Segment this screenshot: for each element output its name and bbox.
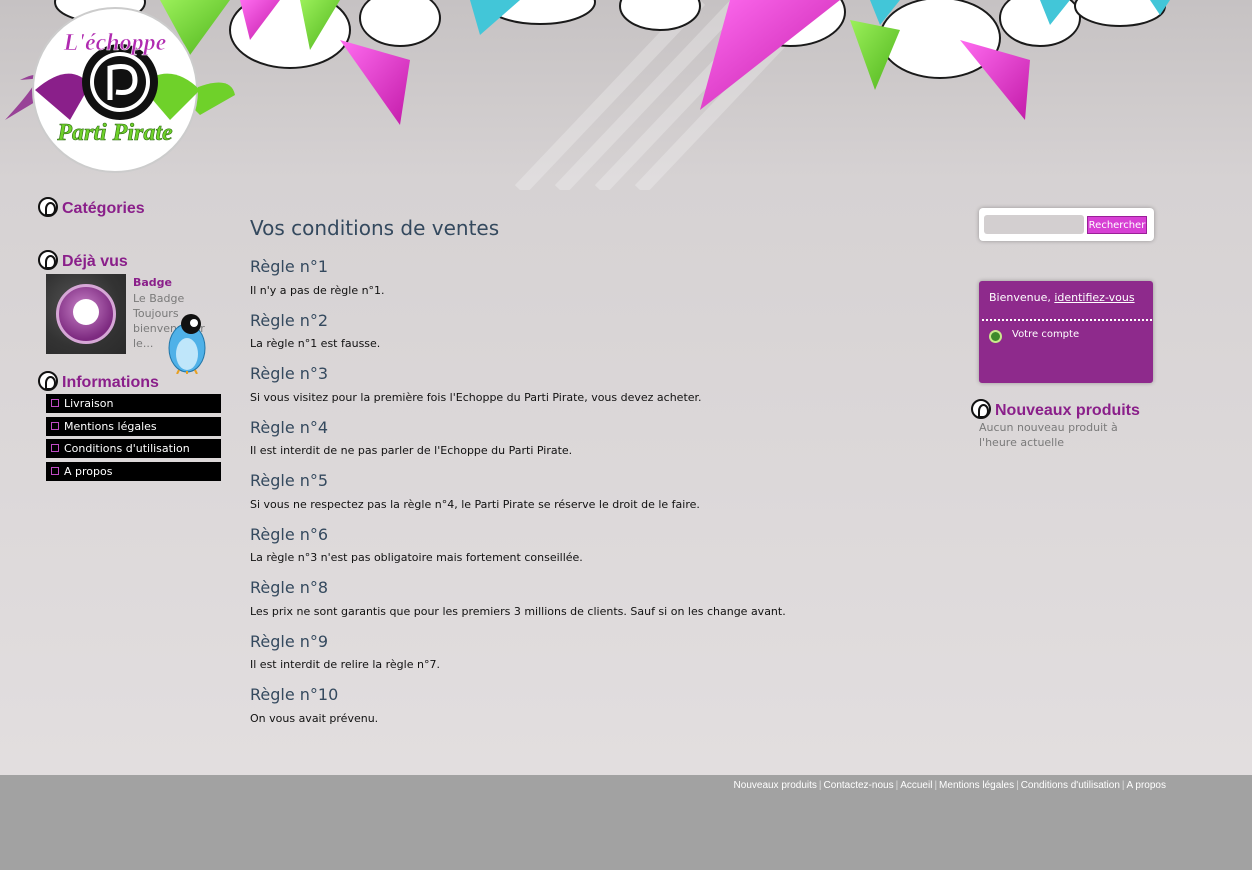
rule-text: Il est interdit de ne pas parler de l'Ec… bbox=[250, 444, 573, 457]
info-link-label: Conditions d'utilisation bbox=[64, 442, 190, 455]
rule-text: Si vous visitez pour la première fois l'… bbox=[250, 391, 702, 404]
new-products-text: Aucun nouveau produit à l'heure actuelle bbox=[979, 421, 1118, 449]
welcome-line: Bienvenue, identifiez-vous bbox=[989, 291, 1135, 304]
footer-link-a-propos[interactable]: A propos bbox=[1127, 780, 1166, 791]
footer-link-nouveaux-produits[interactable]: Nouveaux produits bbox=[734, 780, 817, 791]
rule-text: On vous avait prévenu. bbox=[250, 712, 379, 725]
bullet-icon bbox=[51, 466, 59, 475]
badge-image bbox=[56, 284, 116, 344]
separator: | bbox=[1121, 780, 1125, 791]
account-link[interactable]: Votre compte bbox=[1012, 329, 1079, 340]
login-link[interactable]: identifiez-vous bbox=[1054, 291, 1134, 304]
bullet-icon bbox=[51, 444, 59, 452]
rule-title: Règle n°4 bbox=[250, 418, 329, 437]
divider bbox=[982, 319, 1152, 321]
info-link-label: A propos bbox=[64, 464, 113, 478]
info-link-conditions[interactable]: Conditions d'utilisation bbox=[46, 439, 221, 458]
header-banner: Parti Pirate L'échoppe bbox=[0, 0, 1252, 190]
categories-title: Catégories bbox=[38, 197, 145, 218]
new-products-title-label: Nouveaux produits bbox=[995, 402, 1140, 419]
informations-title-label: Informations bbox=[62, 374, 159, 391]
separator: | bbox=[934, 780, 938, 791]
shop-logo[interactable]: Parti Pirate L'échoppe bbox=[0, 0, 240, 175]
separator: | bbox=[1016, 780, 1019, 791]
separator: | bbox=[895, 780, 899, 791]
account-box: Bienvenue, identifiez-vous Votre compte bbox=[979, 281, 1153, 383]
logo-text-top: L'échoppe bbox=[63, 30, 167, 56]
info-link-mentions-legales[interactable]: Mentions légales bbox=[46, 416, 221, 436]
rule-text: La règle n°1 est fausse. bbox=[250, 337, 381, 350]
rule-title: Règle n°5 bbox=[250, 471, 329, 490]
bullet-icon bbox=[51, 421, 59, 430]
rule-title: Règle n°10 bbox=[250, 685, 339, 704]
categories-title-label: Catégories bbox=[62, 200, 145, 217]
footer-link-contact[interactable]: Contactez-nous bbox=[824, 780, 894, 791]
seen-item-thumbnail[interactable] bbox=[46, 274, 126, 354]
pirate-flag-icon bbox=[38, 197, 58, 217]
info-link-label: Mentions légales bbox=[64, 419, 157, 433]
rule-title: Règle n°9 bbox=[250, 632, 329, 651]
footer: Nouveaux produits | Contactez-nous | Accueil… bbox=[0, 775, 1252, 870]
rule-text: Il est interdit de relire la règle n°7. bbox=[250, 658, 440, 671]
pirate-flag-icon bbox=[38, 371, 58, 391]
seen-item-name[interactable]: Badge bbox=[133, 276, 172, 289]
rule-text: Si vous ne respectez pas la règle n°4, l… bbox=[250, 498, 700, 511]
rule-title: Règle n°8 bbox=[250, 578, 329, 597]
rule-text: La règle n°3 n'est pas obligatoire mais … bbox=[250, 551, 583, 564]
bullet-icon bbox=[51, 399, 59, 407]
footer-link-accueil[interactable]: Accueil bbox=[900, 780, 932, 791]
footer-links: Nouveaux produits | Contactez-nous | Accueil… bbox=[734, 780, 1166, 791]
rule-title: Règle n°2 bbox=[250, 311, 329, 330]
seen-title-label: Déjà vus bbox=[62, 253, 128, 270]
footer-link-conditions[interactable]: Conditions d'utilisation bbox=[1021, 780, 1120, 791]
new-products-title: Nouveaux produits bbox=[971, 399, 1140, 420]
rule-title: Règle n°6 bbox=[250, 525, 329, 544]
rule-title: Règle n°1 bbox=[250, 257, 329, 276]
logo-text-bottom: Parti Pirate bbox=[56, 120, 173, 146]
account-icon bbox=[989, 330, 1002, 343]
search-box: Rechercher bbox=[979, 208, 1154, 241]
footer-link-mentions-legales[interactable]: Mentions légales bbox=[939, 780, 1014, 791]
pirate-flag-icon bbox=[971, 399, 991, 419]
info-link-label: Livraison bbox=[64, 397, 114, 410]
info-link-livraison[interactable]: Livraison bbox=[46, 394, 221, 413]
search-input[interactable] bbox=[984, 215, 1084, 234]
welcome-text: Bienvenue, bbox=[989, 291, 1051, 304]
pirate-bird-icon bbox=[168, 314, 206, 374]
page-title: Vos conditions de ventes bbox=[250, 216, 500, 240]
rule-text: Il n'y a pas de règle n°1. bbox=[250, 284, 385, 297]
pirate-flag-icon bbox=[38, 250, 58, 270]
search-button[interactable]: Rechercher bbox=[1087, 216, 1147, 234]
rule-text: Les prix ne sont garantis que pour les p… bbox=[250, 605, 786, 618]
info-link-a-propos[interactable]: A propos bbox=[46, 461, 221, 481]
separator: | bbox=[818, 780, 822, 791]
rule-title: Règle n°3 bbox=[250, 364, 329, 383]
seen-title: Déjà vus bbox=[38, 250, 128, 271]
informations-title: Informations bbox=[38, 371, 159, 392]
info-links-list: Livraison Mentions légales Conditions d'… bbox=[46, 394, 221, 484]
